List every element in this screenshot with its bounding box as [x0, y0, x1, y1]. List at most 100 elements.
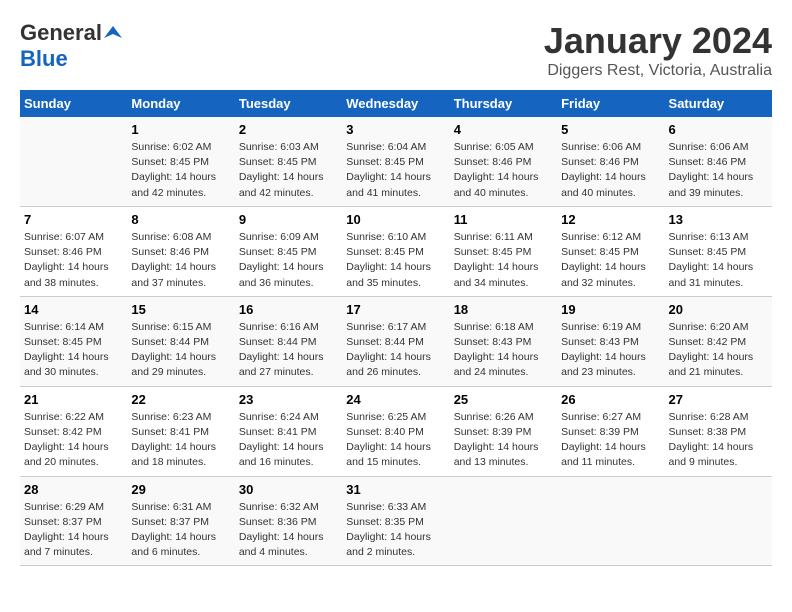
calendar-cell: 3 Sunrise: 6:04 AM Sunset: 8:45 PM Daylig…	[342, 117, 449, 206]
calendar-cell: 16Sunrise: 6:16 AM Sunset: 8:44 PM Dayli…	[235, 296, 342, 386]
calendar-cell: 26Sunrise: 6:27 AM Sunset: 8:39 PM Dayli…	[557, 386, 664, 476]
day-number: 7	[24, 212, 123, 227]
day-content: Sunrise: 6:13 AM Sunset: 8:45 PM Dayligh…	[669, 230, 768, 291]
day-number: 6	[669, 122, 768, 137]
calendar-table: SundayMondayTuesdayWednesdayThursdayFrid…	[20, 90, 772, 566]
logo: General Blue	[20, 20, 122, 72]
day-number: 3	[346, 122, 445, 137]
day-content: Sunrise: 6:15 AM Sunset: 8:44 PM Dayligh…	[131, 320, 230, 381]
day-content: Sunrise: 6:04 AM Sunset: 8:45 PM Dayligh…	[346, 140, 445, 201]
calendar-cell	[557, 476, 664, 566]
calendar-cell: 7 Sunrise: 6:07 AM Sunset: 8:46 PM Daylig…	[20, 206, 127, 296]
day-content: Sunrise: 6:32 AM Sunset: 8:36 PM Dayligh…	[239, 500, 338, 561]
day-number: 12	[561, 212, 660, 227]
calendar-cell: 11 Sunrise: 6:11 AM Sunset: 8:45 PM Dayli…	[450, 206, 557, 296]
calendar-cell: 10Sunrise: 6:10 AM Sunset: 8:45 PM Dayli…	[342, 206, 449, 296]
column-header-thursday: Thursday	[450, 90, 557, 117]
calendar-cell: 15Sunrise: 6:15 AM Sunset: 8:44 PM Dayli…	[127, 296, 234, 386]
day-number: 18	[454, 302, 553, 317]
calendar-cell: 19 Sunrise: 6:19 AM Sunset: 8:43 PM Dayli…	[557, 296, 664, 386]
day-content: Sunrise: 6:09 AM Sunset: 8:45 PM Dayligh…	[239, 230, 338, 291]
page-header: General Blue January 2024 Diggers Rest, …	[20, 20, 772, 80]
day-content: Sunrise: 6:06 AM Sunset: 8:46 PM Dayligh…	[669, 140, 768, 201]
calendar-week-row: 1 Sunrise: 6:02 AM Sunset: 8:45 PM Daylig…	[20, 117, 772, 206]
day-content: Sunrise: 6:28 AM Sunset: 8:38 PM Dayligh…	[669, 410, 768, 471]
day-number: 1	[131, 122, 230, 137]
calendar-cell: 30 Sunrise: 6:32 AM Sunset: 8:36 PM Dayli…	[235, 476, 342, 566]
day-number: 14	[24, 302, 123, 317]
calendar-cell: 17 Sunrise: 6:17 AM Sunset: 8:44 PM Dayli…	[342, 296, 449, 386]
logo-bird-icon	[104, 24, 122, 42]
calendar-cell: 21 Sunrise: 6:22 AM Sunset: 8:42 PM Dayli…	[20, 386, 127, 476]
title-block: January 2024 Diggers Rest, Victoria, Aus…	[544, 20, 772, 80]
calendar-cell	[665, 476, 772, 566]
calendar-cell: 2Sunrise: 6:03 AM Sunset: 8:45 PM Daylig…	[235, 117, 342, 206]
day-content: Sunrise: 6:22 AM Sunset: 8:42 PM Dayligh…	[24, 410, 123, 471]
day-content: Sunrise: 6:26 AM Sunset: 8:39 PM Dayligh…	[454, 410, 553, 471]
day-number: 11	[454, 212, 553, 227]
day-content: Sunrise: 6:17 AM Sunset: 8:44 PM Dayligh…	[346, 320, 445, 381]
day-content: Sunrise: 6:18 AM Sunset: 8:43 PM Dayligh…	[454, 320, 553, 381]
day-number: 27	[669, 392, 768, 407]
day-content: Sunrise: 6:03 AM Sunset: 8:45 PM Dayligh…	[239, 140, 338, 201]
calendar-cell: 25 Sunrise: 6:26 AM Sunset: 8:39 PM Dayli…	[450, 386, 557, 476]
calendar-cell: 31 Sunrise: 6:33 AM Sunset: 8:35 PM Dayli…	[342, 476, 449, 566]
day-number: 28	[24, 482, 123, 497]
day-number: 20	[669, 302, 768, 317]
day-number: 8	[131, 212, 230, 227]
column-header-tuesday: Tuesday	[235, 90, 342, 117]
column-header-friday: Friday	[557, 90, 664, 117]
day-content: Sunrise: 6:33 AM Sunset: 8:35 PM Dayligh…	[346, 500, 445, 561]
day-content: Sunrise: 6:06 AM Sunset: 8:46 PM Dayligh…	[561, 140, 660, 201]
day-content: Sunrise: 6:24 AM Sunset: 8:41 PM Dayligh…	[239, 410, 338, 471]
calendar-subtitle: Diggers Rest, Victoria, Australia	[544, 62, 772, 80]
calendar-cell: 27 Sunrise: 6:28 AM Sunset: 8:38 PM Dayli…	[665, 386, 772, 476]
day-number: 25	[454, 392, 553, 407]
calendar-week-row: 28Sunrise: 6:29 AM Sunset: 8:37 PM Dayli…	[20, 476, 772, 566]
column-header-wednesday: Wednesday	[342, 90, 449, 117]
calendar-cell: 18 Sunrise: 6:18 AM Sunset: 8:43 PM Dayli…	[450, 296, 557, 386]
day-number: 5	[561, 122, 660, 137]
calendar-cell: 9 Sunrise: 6:09 AM Sunset: 8:45 PM Daylig…	[235, 206, 342, 296]
day-content: Sunrise: 6:07 AM Sunset: 8:46 PM Dayligh…	[24, 230, 123, 291]
day-content: Sunrise: 6:16 AM Sunset: 8:44 PM Dayligh…	[239, 320, 338, 381]
day-content: Sunrise: 6:27 AM Sunset: 8:39 PM Dayligh…	[561, 410, 660, 471]
calendar-header-row: SundayMondayTuesdayWednesdayThursdayFrid…	[20, 90, 772, 117]
calendar-week-row: 21 Sunrise: 6:22 AM Sunset: 8:42 PM Dayli…	[20, 386, 772, 476]
calendar-cell: 22 Sunrise: 6:23 AM Sunset: 8:41 PM Dayli…	[127, 386, 234, 476]
day-number: 24	[346, 392, 445, 407]
calendar-cell: 24 Sunrise: 6:25 AM Sunset: 8:40 PM Dayli…	[342, 386, 449, 476]
day-number: 10	[346, 212, 445, 227]
day-number: 22	[131, 392, 230, 407]
day-number: 23	[239, 392, 338, 407]
day-content: Sunrise: 6:19 AM Sunset: 8:43 PM Dayligh…	[561, 320, 660, 381]
column-header-saturday: Saturday	[665, 90, 772, 117]
day-content: Sunrise: 6:05 AM Sunset: 8:46 PM Dayligh…	[454, 140, 553, 201]
calendar-cell	[450, 476, 557, 566]
day-content: Sunrise: 6:23 AM Sunset: 8:41 PM Dayligh…	[131, 410, 230, 471]
day-number: 13	[669, 212, 768, 227]
day-number: 17	[346, 302, 445, 317]
calendar-cell: 8 Sunrise: 6:08 AM Sunset: 8:46 PM Daylig…	[127, 206, 234, 296]
calendar-cell: 14 Sunrise: 6:14 AM Sunset: 8:45 PM Dayli…	[20, 296, 127, 386]
logo-blue-text: Blue	[20, 46, 68, 71]
day-content: Sunrise: 6:11 AM Sunset: 8:45 PM Dayligh…	[454, 230, 553, 291]
day-number: 9	[239, 212, 338, 227]
calendar-cell: 13 Sunrise: 6:13 AM Sunset: 8:45 PM Dayli…	[665, 206, 772, 296]
day-content: Sunrise: 6:02 AM Sunset: 8:45 PM Dayligh…	[131, 140, 230, 201]
day-number: 19	[561, 302, 660, 317]
day-content: Sunrise: 6:14 AM Sunset: 8:45 PM Dayligh…	[24, 320, 123, 381]
calendar-cell: 29Sunrise: 6:31 AM Sunset: 8:37 PM Dayli…	[127, 476, 234, 566]
day-content: Sunrise: 6:12 AM Sunset: 8:45 PM Dayligh…	[561, 230, 660, 291]
day-number: 21	[24, 392, 123, 407]
day-number: 31	[346, 482, 445, 497]
day-number: 4	[454, 122, 553, 137]
column-header-monday: Monday	[127, 90, 234, 117]
calendar-cell: 20Sunrise: 6:20 AM Sunset: 8:42 PM Dayli…	[665, 296, 772, 386]
calendar-week-row: 14 Sunrise: 6:14 AM Sunset: 8:45 PM Dayli…	[20, 296, 772, 386]
calendar-cell: 5 Sunrise: 6:06 AM Sunset: 8:46 PM Daylig…	[557, 117, 664, 206]
day-content: Sunrise: 6:08 AM Sunset: 8:46 PM Dayligh…	[131, 230, 230, 291]
day-content: Sunrise: 6:25 AM Sunset: 8:40 PM Dayligh…	[346, 410, 445, 471]
day-number: 30	[239, 482, 338, 497]
calendar-cell: 23 Sunrise: 6:24 AM Sunset: 8:41 PM Dayli…	[235, 386, 342, 476]
